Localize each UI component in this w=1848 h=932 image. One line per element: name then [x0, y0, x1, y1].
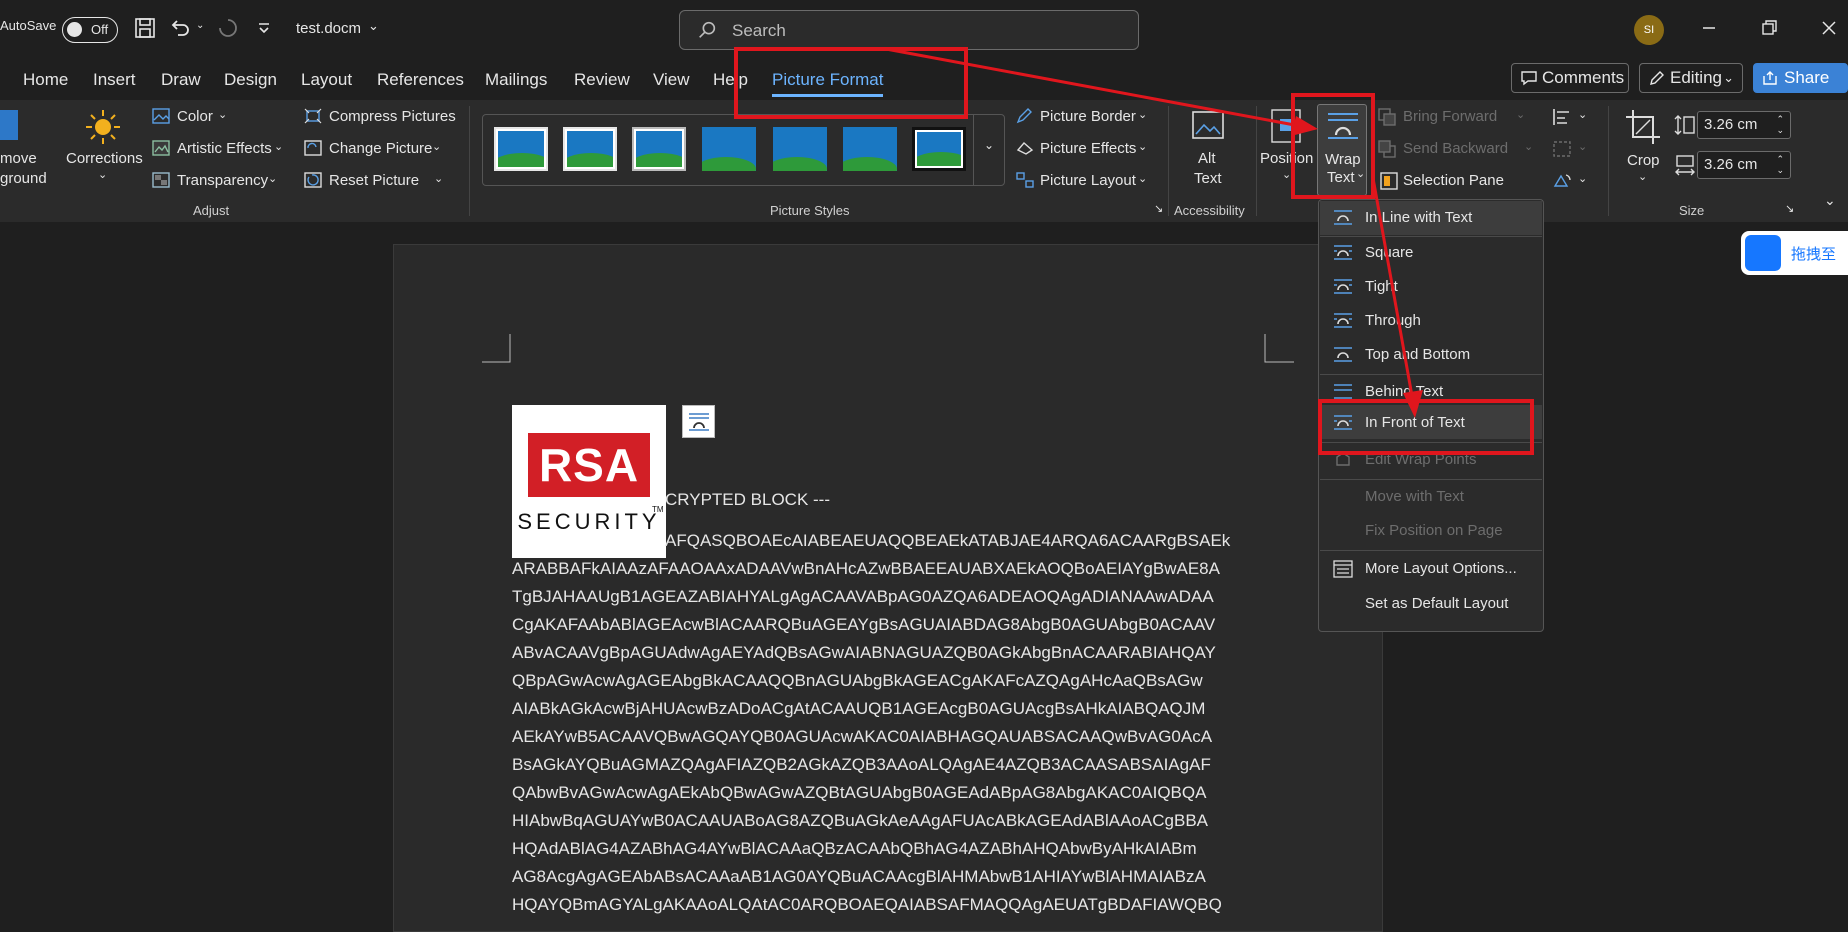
annotation-arrows: [885, 47, 1423, 418]
annotation-arrowhead: [1403, 390, 1423, 418]
annotation-arrow-to-menu-item: [1371, 177, 1414, 397]
annotation-arrowhead: [1291, 116, 1318, 136]
annotation-arrow-to-wrap: [885, 47, 1301, 128]
